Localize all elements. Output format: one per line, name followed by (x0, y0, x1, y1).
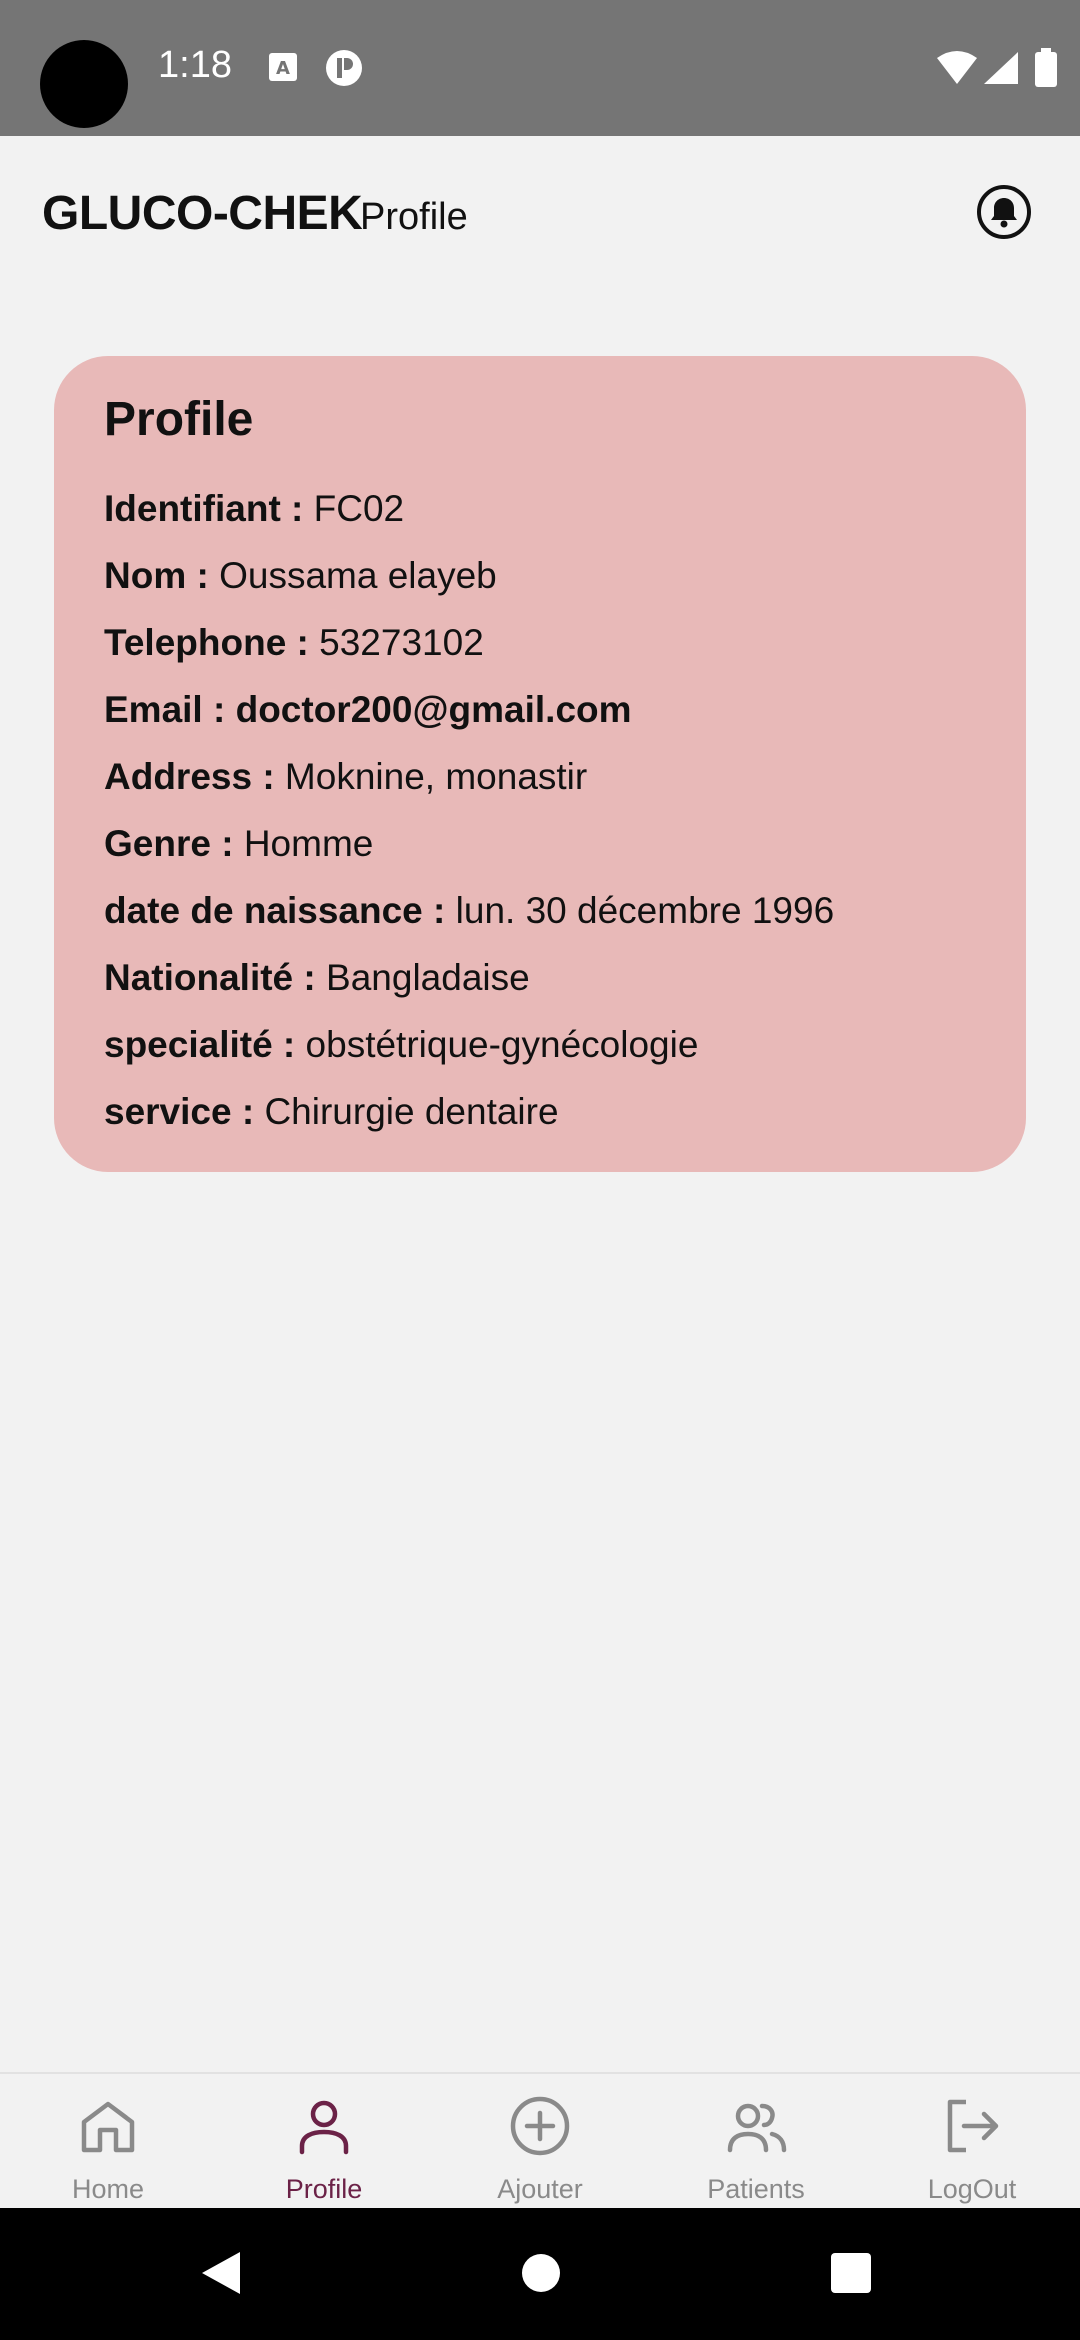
logout-icon (947, 2099, 999, 2153)
camera-cutout (40, 40, 128, 128)
card-title: Profile (104, 393, 254, 446)
bell-icon[interactable] (976, 184, 1032, 240)
svg-text:A: A (276, 58, 290, 79)
field-label: service : (104, 1091, 255, 1132)
app-title: GLUCO-CHEK (42, 187, 363, 240)
bottom-nav: Home Profile Ajouter Patients LogOut (0, 2072, 1080, 2208)
profile-card: Profile Identifiant : FC02 Nom : Oussama… (54, 356, 1026, 1172)
back-icon[interactable] (196, 2248, 246, 2298)
field-value: FC02 (303, 488, 405, 529)
home-circle-icon[interactable] (516, 2248, 566, 2298)
field-label: Nationalité : (104, 957, 316, 998)
field-value: 53273102 (308, 622, 484, 663)
field-label: specialité : (104, 1024, 296, 1065)
field-telephone: Telephone : 53273102 (104, 609, 976, 676)
field-value: Oussama elayeb (208, 555, 497, 596)
signal-icon (984, 52, 1018, 84)
p-icon (326, 50, 362, 86)
nav-item-ajouter[interactable]: Ajouter (432, 2074, 648, 2208)
field-value: Moknine, monastir (274, 756, 588, 797)
nav-item-logout[interactable]: LogOut (864, 2074, 1080, 2208)
field-service: service : Chirurgie dentaire (104, 1078, 976, 1145)
page-title: Profile (360, 196, 468, 238)
system-nav-bar (0, 2208, 1080, 2340)
field-identifiant: Identifiant : FC02 (104, 475, 976, 542)
field-email: Email : doctor200@gmail.com (104, 676, 976, 743)
field-date-naissance: date de naissance : lun. 30 décembre 199… (104, 877, 976, 944)
field-label: Nom : (104, 555, 209, 596)
field-value: doctor200@gmail.com (225, 689, 632, 730)
field-value: lun. 30 décembre 1996 (445, 890, 835, 931)
wifi-icon (937, 51, 977, 84)
nav-label-ajouter: Ajouter (497, 2174, 583, 2204)
field-value: Homme (233, 823, 374, 864)
field-label: Address : (104, 756, 275, 797)
a-icon: A (269, 53, 297, 81)
field-specialite: specialité : obstétrique-gynécologie (104, 1011, 976, 1078)
status-time: 1:18 (158, 44, 232, 86)
field-label: Email : (104, 689, 226, 730)
field-nationalite: Nationalité : Bangladaise (104, 944, 976, 1011)
field-nom: Nom : Oussama elayeb (104, 542, 976, 609)
field-genre: Genre : Homme (104, 810, 976, 877)
field-label: Identifiant : (104, 488, 304, 529)
nav-label-profile: Profile (285, 2174, 363, 2204)
field-label: Telephone : (104, 622, 309, 663)
group-icon (727, 2103, 787, 2153)
field-value: Chirurgie dentaire (254, 1091, 559, 1132)
nav-item-patients[interactable]: Patients (648, 2074, 864, 2208)
field-address: Address : Moknine, monastir (104, 743, 976, 810)
person-icon (299, 2100, 349, 2155)
field-label: date de naissance : (104, 890, 446, 931)
nav-item-profile[interactable]: Profile (216, 2074, 432, 2208)
app-header: GLUCO-CHEK Profile (0, 136, 1080, 296)
home-icon (81, 2101, 135, 2153)
nav-item-home[interactable]: Home (0, 2074, 216, 2208)
nav-label-logout: LogOut (927, 2174, 1017, 2204)
nav-label-patients: Patients (707, 2174, 805, 2204)
nav-label-home: Home (71, 2174, 145, 2204)
battery-icon (1035, 48, 1057, 87)
add-circle-icon (510, 2096, 570, 2156)
field-value: Bangladaise (315, 957, 530, 998)
field-label: Genre : (104, 823, 234, 864)
recents-icon[interactable] (826, 2248, 876, 2298)
status-bar: 1:18 A (0, 0, 1080, 136)
field-value: obstétrique-gynécologie (295, 1024, 699, 1065)
